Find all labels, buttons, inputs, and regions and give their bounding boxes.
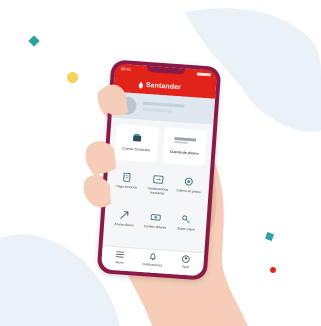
brand-logo: Santander	[138, 79, 182, 92]
shortcut-label: Súper Clave	[177, 226, 195, 232]
receipt-icon	[122, 172, 132, 182]
account-card-right-label: Cuenta de ahorro	[169, 149, 199, 156]
send-icon	[119, 210, 129, 220]
bell-icon	[149, 253, 158, 262]
shortcut-label: Transferencias bancarias	[147, 186, 169, 196]
nav-label: Perfil	[181, 264, 190, 270]
phone-screen: 09:41 Santander Cuenta Santander Cuenta …	[100, 63, 218, 277]
shortcut-item[interactable]: Súper Clave	[171, 210, 201, 246]
shortcut-item[interactable]: Pago servicios	[112, 168, 142, 204]
shortcut-label: Cambio dólares	[143, 224, 167, 230]
account-card-right[interactable]: Cuenta de ahorro	[162, 127, 207, 167]
avatar[interactable]	[117, 96, 138, 116]
shortcut-item[interactable]: Cobros en pesos	[174, 172, 204, 208]
nav-item-profile[interactable]: Perfil	[171, 254, 200, 274]
brand-name: Santander	[145, 81, 182, 91]
nav-label: Menú	[115, 260, 124, 265]
account-card-left[interactable]: Cuenta Santander	[114, 123, 160, 163]
exchange-icon	[150, 213, 161, 223]
transfer-icon	[153, 175, 164, 185]
bottom-nav: Menú Notificaciones Perfil	[100, 245, 205, 277]
flame-icon	[138, 81, 144, 89]
user-icon	[182, 255, 191, 264]
status-icons	[196, 72, 211, 77]
menu-icon	[115, 251, 125, 258]
shortcut-label: Cobros en pesos	[176, 188, 201, 194]
nav-item-menu[interactable]: Menú	[105, 250, 134, 270]
shortcut-label: Enviar dinero	[114, 222, 134, 228]
shortcut-item[interactable]: Enviar dinero	[109, 206, 139, 242]
shortcut-item[interactable]: Transferencias bancarias	[143, 170, 173, 206]
key-icon	[181, 215, 191, 225]
account-card-left-label: Cuenta Santander	[122, 146, 151, 153]
nav-item-notifications[interactable]: Notificaciones	[138, 252, 167, 272]
phone-frame: 09:41 Santander Cuenta Santander Cuenta …	[96, 59, 222, 281]
nav-label: Notificaciones	[142, 262, 163, 268]
coins-icon	[184, 177, 194, 187]
profile-sub-line	[142, 107, 173, 113]
status-time: 09:41	[120, 66, 132, 72]
shortcut-label: Pago servicios	[116, 184, 138, 190]
shortcuts-grid: Pago servicios Transferencias bancarias …	[109, 168, 204, 248]
wallet-icon	[132, 133, 143, 143]
shortcut-item[interactable]: Cambio dólares	[140, 208, 170, 244]
profile-name-line	[142, 101, 185, 108]
card-icon	[173, 137, 197, 146]
